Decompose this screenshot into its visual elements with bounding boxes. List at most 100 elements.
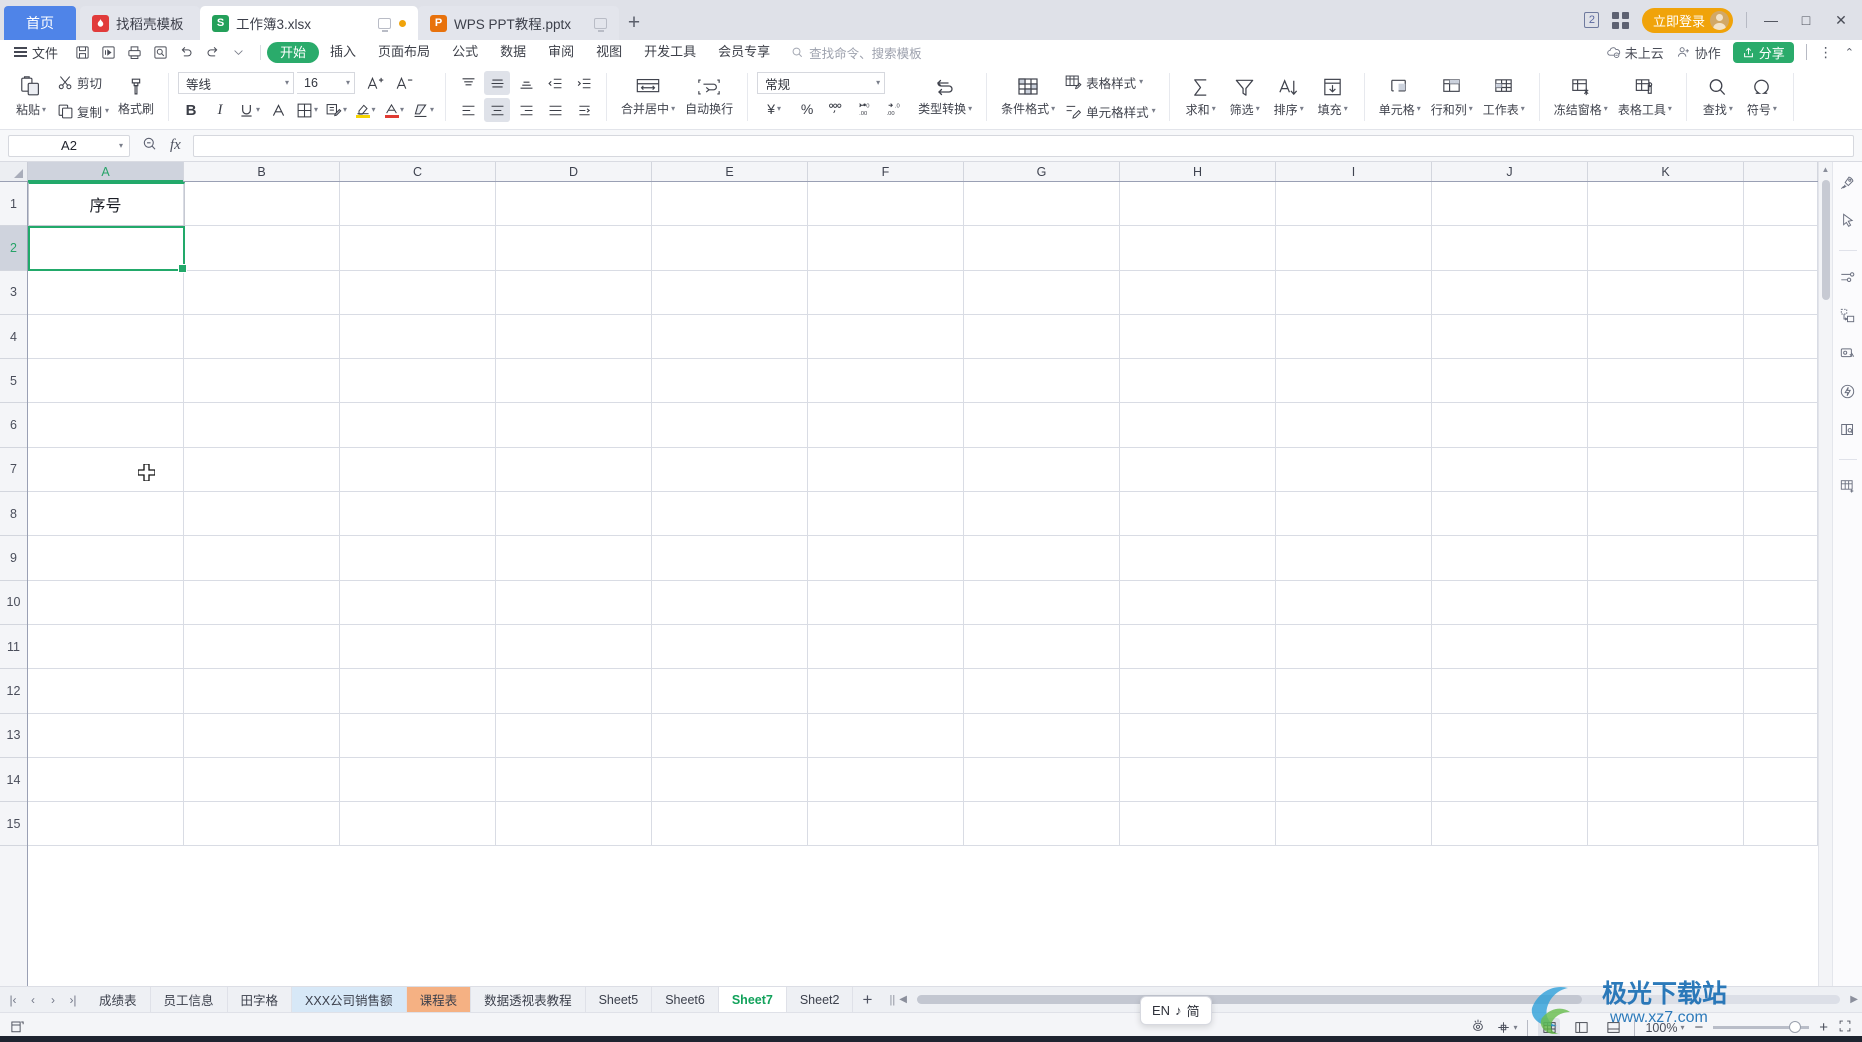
- cell-H13[interactable]: [1120, 713, 1276, 757]
- cell-C13[interactable]: [340, 713, 496, 757]
- cell-J10[interactable]: [1432, 580, 1588, 624]
- text-effects-button[interactable]: ▾: [323, 98, 349, 122]
- cell-B15[interactable]: [184, 802, 340, 846]
- font-name-combobox[interactable]: 等线 ▾: [178, 72, 295, 94]
- split-handle-icon[interactable]: ||: [881, 994, 895, 1006]
- cell-G11[interactable]: [964, 624, 1120, 669]
- number-format-combobox[interactable]: 常规 ▾: [757, 72, 886, 94]
- underline-button[interactable]: ▾: [236, 98, 262, 122]
- cell-L10[interactable]: [1744, 580, 1818, 624]
- cell-K9[interactable]: [1588, 536, 1744, 580]
- cell-A7[interactable]: [28, 447, 184, 492]
- cell-G12[interactable]: [964, 669, 1120, 713]
- cell-G5[interactable]: [964, 359, 1120, 403]
- cell-I9[interactable]: [1276, 536, 1432, 580]
- align-right-button[interactable]: [513, 98, 539, 122]
- row-header-14[interactable]: 14: [0, 757, 27, 803]
- conditional-format-button[interactable]: 条件格式 ▾: [996, 67, 1060, 127]
- sheet-tab-kechengbiao[interactable]: 课程表: [406, 987, 472, 1012]
- book-search-icon[interactable]: [1839, 421, 1856, 441]
- rows-cols-button[interactable]: 行和列 ▾: [1426, 67, 1478, 127]
- row-header-11[interactable]: 11: [0, 624, 27, 670]
- insert-function-button[interactable]: fx: [170, 137, 181, 154]
- column-header-J[interactable]: J: [1432, 162, 1588, 181]
- cell-A13[interactable]: [28, 713, 184, 757]
- cell-H14[interactable]: [1120, 757, 1276, 802]
- login-button[interactable]: 立即登录: [1641, 7, 1733, 33]
- cell-G13[interactable]: [964, 713, 1120, 757]
- eye-protection-icon[interactable]: [1470, 1018, 1486, 1037]
- paste-button[interactable]: 粘贴 ▾: [9, 67, 53, 127]
- cell-J6[interactable]: [1432, 403, 1588, 447]
- highlight-color-button[interactable]: ▾: [352, 98, 378, 122]
- column-header-A[interactable]: A: [28, 162, 184, 182]
- find-button[interactable]: 查找 ▾: [1696, 67, 1740, 127]
- align-left-button[interactable]: [455, 98, 481, 122]
- increase-font-size-button[interactable]: [362, 71, 388, 95]
- cell-E5[interactable]: [652, 359, 808, 403]
- cell-K11[interactable]: [1588, 624, 1744, 669]
- cell-D13[interactable]: [496, 713, 652, 757]
- row-header-8[interactable]: 8: [0, 492, 27, 537]
- cell-A3[interactable]: [28, 270, 184, 314]
- cell-E14[interactable]: [652, 757, 808, 802]
- cell-B10[interactable]: [184, 580, 340, 624]
- cell-L2[interactable]: [1744, 226, 1818, 270]
- cell-B12[interactable]: [184, 669, 340, 713]
- cell-L5[interactable]: [1744, 359, 1818, 403]
- cell-E15[interactable]: [652, 802, 808, 846]
- grid[interactable]: A B C D E F G H I J K 1 2 3 4 5 6 7 8 9 …: [0, 162, 1818, 986]
- cell-E2[interactable]: [652, 226, 808, 270]
- row-header-2[interactable]: 2: [0, 226, 27, 271]
- cells-button[interactable]: 单元格 ▾: [1374, 67, 1426, 127]
- cell-E4[interactable]: [652, 314, 808, 359]
- cell-H3[interactable]: [1120, 270, 1276, 314]
- ribbon-tab-insert[interactable]: 插入: [319, 41, 367, 63]
- cell-J14[interactable]: [1432, 757, 1588, 802]
- cell-B2[interactable]: [184, 226, 340, 270]
- text-orientation-button[interactable]: [571, 98, 597, 122]
- cell-I11[interactable]: [1276, 624, 1432, 669]
- cell-C9[interactable]: [340, 536, 496, 580]
- cell-G14[interactable]: [964, 757, 1120, 802]
- cell-L12[interactable]: [1744, 669, 1818, 713]
- cell-H10[interactable]: [1120, 580, 1276, 624]
- italic-button[interactable]: I: [207, 98, 233, 122]
- currency-button[interactable]: ¥ ▾: [757, 97, 791, 121]
- sheet-tab-sheet6[interactable]: Sheet6: [652, 987, 719, 1012]
- cell-J3[interactable]: [1432, 270, 1588, 314]
- cell-J15[interactable]: [1432, 802, 1588, 846]
- close-button[interactable]: ✕: [1830, 12, 1852, 29]
- cell-K10[interactable]: [1588, 580, 1744, 624]
- ribbon-tab-developer[interactable]: 开发工具: [633, 41, 707, 63]
- cell-B7[interactable]: [184, 447, 340, 492]
- command-search[interactable]: 查找命令、搜索模板: [791, 43, 922, 62]
- font-size-combobox[interactable]: 16 ▾: [297, 72, 356, 94]
- cell-F1[interactable]: [808, 182, 964, 226]
- cell-E1[interactable]: [652, 182, 808, 226]
- customize-toolbar-icon[interactable]: [226, 41, 250, 63]
- column-header-E[interactable]: E: [652, 162, 808, 181]
- table-style-button[interactable]: 表格样式 ▾: [1060, 69, 1160, 95]
- column-header-B[interactable]: B: [184, 162, 340, 181]
- cell-H1[interactable]: [1120, 182, 1276, 226]
- next-sheet-icon[interactable]: ›: [44, 993, 62, 1007]
- cell-E9[interactable]: [652, 536, 808, 580]
- table-sparkle-icon[interactable]: [1839, 478, 1856, 498]
- cell-B6[interactable]: [184, 403, 340, 447]
- cell-E8[interactable]: [652, 492, 808, 536]
- cell-H7[interactable]: [1120, 447, 1276, 492]
- cell-K1[interactable]: [1588, 182, 1744, 226]
- file-menu-button[interactable]: 文件: [6, 43, 66, 62]
- more-options-icon[interactable]: ⋮: [1819, 44, 1833, 61]
- cell-D9[interactable]: [496, 536, 652, 580]
- cell-I6[interactable]: [1276, 403, 1432, 447]
- redo-icon[interactable]: [200, 41, 224, 63]
- cell-A2[interactable]: [28, 226, 184, 270]
- cell-G3[interactable]: [964, 270, 1120, 314]
- cell-C3[interactable]: [340, 270, 496, 314]
- cell-B8[interactable]: [184, 492, 340, 536]
- page-setup-icon[interactable]: [10, 1019, 25, 1037]
- justify-button[interactable]: [542, 98, 568, 122]
- rocket-icon[interactable]: [1839, 174, 1856, 194]
